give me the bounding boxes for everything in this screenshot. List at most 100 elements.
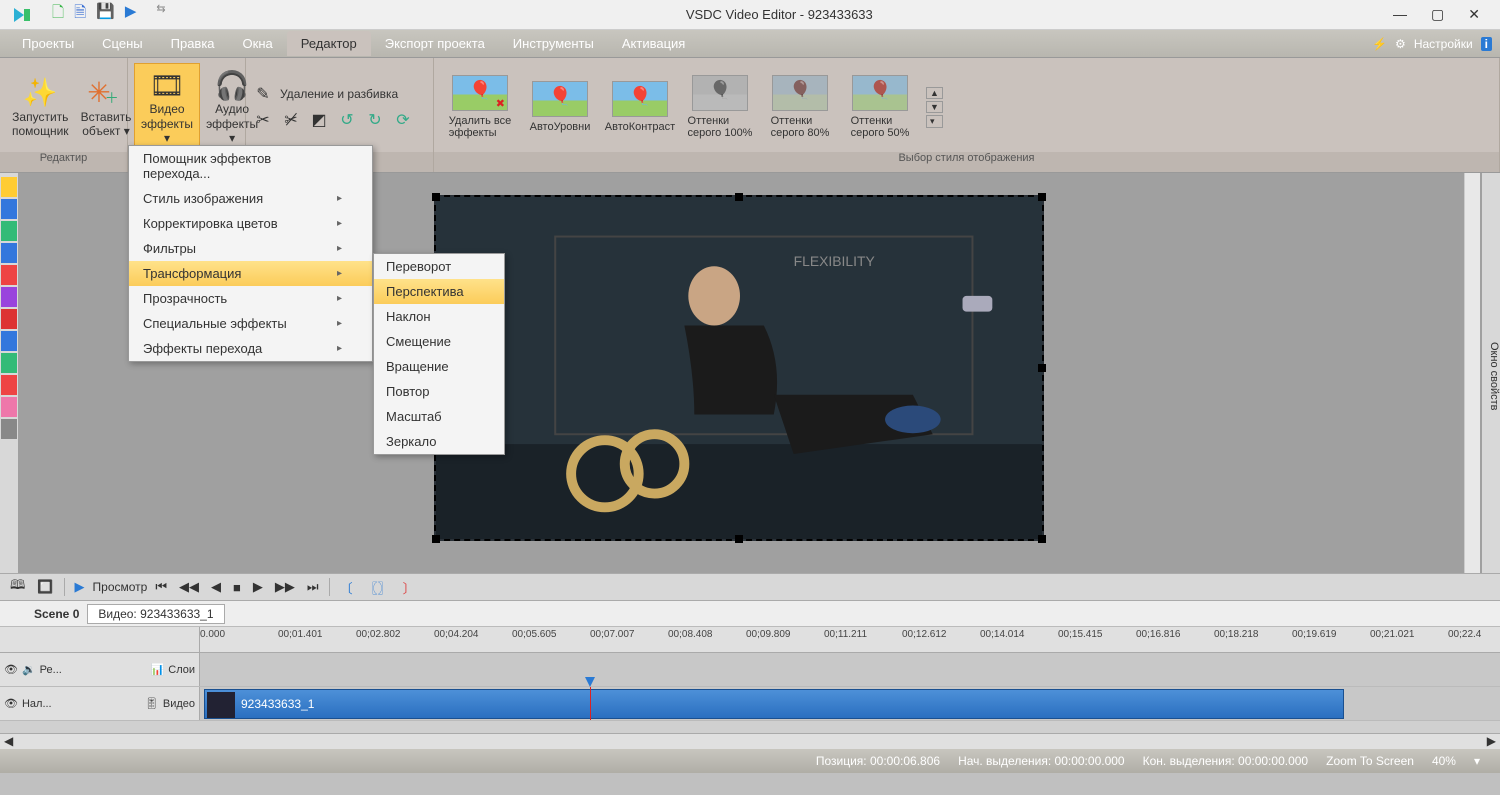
close-button[interactable]: ✕ xyxy=(1468,6,1480,23)
ruler-tick: 00;21.021 xyxy=(1370,629,1415,640)
submenu-perspective[interactable]: Перспектива xyxy=(374,279,504,304)
styles-down-icon[interactable]: ▼ xyxy=(926,101,943,113)
tab-windows[interactable]: Окна xyxy=(229,31,287,56)
preview-mode2-icon[interactable]: 🔲 xyxy=(33,577,57,597)
preview-last-icon[interactable]: ⏭ xyxy=(303,577,323,597)
marker-out-icon[interactable]: 〕 xyxy=(399,576,420,599)
rotate-90-icon[interactable]: ⟳ xyxy=(392,109,414,131)
video-clip[interactable]: 923433633_1 xyxy=(204,689,1344,719)
timeline: 👁 🔉 Ре... 📊 Слои 👁 Нал... 🎚 Видео 923433… xyxy=(0,653,1500,733)
styles-expand-icon[interactable]: ▾ xyxy=(926,115,943,128)
pencil-icon[interactable]: ✎ xyxy=(252,83,274,105)
menu-special-effects[interactable]: Специальные эффекты xyxy=(129,311,372,336)
rotate-l-icon[interactable]: ↺ xyxy=(336,109,358,131)
tool-3[interactable] xyxy=(1,221,17,241)
rotate-r-icon[interactable]: ↻ xyxy=(364,109,386,131)
zoom-dropdown-icon[interactable]: ▾ xyxy=(1474,754,1480,768)
submenu-flip[interactable]: Переворот xyxy=(374,254,504,279)
tab-projects[interactable]: Проекты xyxy=(8,31,88,56)
tool-9[interactable] xyxy=(1,375,17,395)
tab-edit[interactable]: Правка xyxy=(157,31,229,56)
qat-more-icon[interactable]: ⇆ xyxy=(156,2,165,27)
style-gray100[interactable]: Оттенки серого 100% xyxy=(684,75,756,139)
tool-11[interactable] xyxy=(1,419,17,439)
eye-icon[interactable]: 👁 xyxy=(4,663,18,676)
preview-stop-icon[interactable]: ■ xyxy=(229,578,245,597)
marker-in-icon[interactable]: 〔 xyxy=(336,576,357,599)
style-remove-all[interactable]: Удалить все эффекты xyxy=(444,75,516,139)
tab-activation[interactable]: Активация xyxy=(608,31,699,56)
style-gray80[interactable]: Оттенки серого 80% xyxy=(764,75,836,139)
video-effects-label: Видео эффекты ▾ xyxy=(141,102,193,145)
preview-play-icon[interactable]: ▶ xyxy=(71,577,89,597)
lock-icon[interactable]: 🔉 xyxy=(22,663,36,676)
menu-transition-wizard[interactable]: Помощник эффектов перехода... xyxy=(129,146,372,186)
timeline-ruler[interactable]: 0.00000;01.40100;02.80200;04.20400;05.60… xyxy=(0,627,1500,653)
tab-editor[interactable]: Редактор xyxy=(287,31,371,56)
info-icon[interactable]: i xyxy=(1481,37,1492,51)
tab-export[interactable]: Экспорт проекта xyxy=(371,31,499,56)
crop-icon[interactable]: ◩ xyxy=(308,109,330,131)
run-wizard-button[interactable]: ✨ Запустить помощник xyxy=(6,72,75,143)
menu-transition-effects[interactable]: Эффекты перехода xyxy=(129,336,372,361)
preview-step-back-icon[interactable]: ◀ xyxy=(207,577,225,597)
settings-label[interactable]: Настройки xyxy=(1414,37,1473,51)
preview-next-icon[interactable]: ▶▶ xyxy=(271,577,299,597)
preview-mode1-icon[interactable]: 🕮 xyxy=(6,574,29,600)
track2-lane[interactable]: 923433633_1 xyxy=(200,687,1500,720)
tool-5[interactable] xyxy=(1,265,17,285)
scene-label[interactable]: Scene 0 xyxy=(34,607,79,621)
submenu-offset[interactable]: Смещение xyxy=(374,329,504,354)
tab-tools[interactable]: Инструменты xyxy=(499,31,608,56)
preview-step-fwd-icon[interactable]: ▶ xyxy=(249,577,267,597)
marker-range-icon[interactable]: 〖〗 xyxy=(361,576,395,599)
menu-image-style[interactable]: Стиль изображения xyxy=(129,186,372,211)
minimize-button[interactable]: — xyxy=(1393,6,1407,23)
menu-transparency[interactable]: Прозрачность xyxy=(129,286,372,311)
video-effects-button[interactable]: 🎞 Видео эффекты ▾ xyxy=(134,63,200,150)
text-tool-icon[interactable] xyxy=(1,309,17,329)
menu-transformation[interactable]: Трансформация xyxy=(129,261,372,286)
help-icon[interactable]: ⚡ xyxy=(1372,37,1387,51)
style-autocontrast[interactable]: АвтоКонтраст xyxy=(604,81,676,133)
tool-4[interactable] xyxy=(1,243,17,263)
split-icon[interactable]: ✂̸ xyxy=(280,109,302,131)
qat-play-icon[interactable]: ▶ xyxy=(125,2,137,27)
tool-1[interactable] xyxy=(1,177,17,197)
submenu-scale[interactable]: Масштаб xyxy=(374,404,504,429)
video-selection-frame[interactable]: FLEXIBILITY xyxy=(434,195,1044,541)
tool-6[interactable] xyxy=(1,287,17,307)
track1-lane[interactable] xyxy=(200,653,1500,686)
timeline-video-tab[interactable]: Видео: 923433633_1 xyxy=(87,604,224,624)
film-icon: 🎞 xyxy=(149,68,185,102)
menu-filters[interactable]: Фильтры xyxy=(129,236,372,261)
preview-first-icon[interactable]: ⏮ xyxy=(151,577,171,597)
playhead[interactable] xyxy=(590,687,591,720)
tab-scenes[interactable]: Сцены xyxy=(88,31,156,56)
qat-save-icon[interactable]: 💾 xyxy=(96,2,115,27)
preview-prev-icon[interactable]: ◀◀ xyxy=(175,577,203,597)
submenu-tilt[interactable]: Наклон xyxy=(374,304,504,329)
menu-color-correction[interactable]: Корректировка цветов xyxy=(129,211,372,236)
properties-panel-tab[interactable]: Окно свойств xyxy=(1482,173,1500,573)
tool-10[interactable] xyxy=(1,397,17,417)
timeline-hscroll[interactable]: ◀▶ xyxy=(0,733,1500,749)
eye-icon-2[interactable]: 👁 xyxy=(4,697,18,710)
style-gray50[interactable]: Оттенки серого 50% xyxy=(844,75,916,139)
tool-2[interactable] xyxy=(1,199,17,219)
ruler-tick: 00;18.218 xyxy=(1214,629,1259,640)
qat-open-icon[interactable]: 🗎 xyxy=(74,2,86,27)
qat-new-icon[interactable]: 🗋 xyxy=(52,2,64,27)
submenu-mirror[interactable]: Зеркало xyxy=(374,429,504,454)
submenu-repeat[interactable]: Повтор xyxy=(374,379,504,404)
styles-up-icon[interactable]: ▲ xyxy=(926,87,943,99)
zoom-mode[interactable]: Zoom To Screen xyxy=(1326,754,1414,768)
canvas-vscroll[interactable] xyxy=(1464,173,1480,573)
settings-gear-icon[interactable]: ⚙ xyxy=(1395,37,1406,51)
tool-8[interactable] xyxy=(1,353,17,373)
cut-icon[interactable]: ✂ xyxy=(252,109,274,131)
submenu-rotation[interactable]: Вращение xyxy=(374,354,504,379)
style-autolevels[interactable]: АвтоУровни xyxy=(524,81,596,133)
tool-7[interactable] xyxy=(1,331,17,351)
maximize-button[interactable]: ▢ xyxy=(1431,6,1444,23)
